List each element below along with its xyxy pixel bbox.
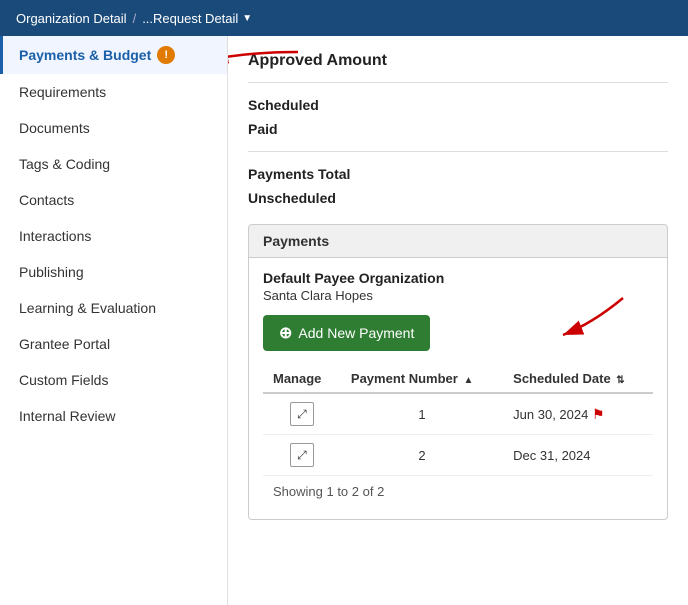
sidebar: Payments & Budget ! Requirements Documen…: [0, 36, 228, 605]
col-manage: Manage: [263, 365, 341, 393]
add-button-label: Add New Payment: [298, 325, 414, 341]
sort-asc-icon: ▲: [463, 375, 473, 386]
sidebar-item-label: Custom Fields: [19, 372, 108, 388]
showing-text: Showing 1 to 2 of 2: [263, 476, 653, 507]
payments-total-label: Payments Total: [248, 166, 368, 182]
col-scheduled-date[interactable]: Scheduled Date ⇅: [503, 365, 653, 393]
sidebar-item-custom-fields[interactable]: Custom Fields: [0, 362, 227, 398]
sidebar-item-contacts[interactable]: Contacts: [0, 182, 227, 218]
table-row: ⤢ 1 Jun 30, 2024 ⚑: [263, 393, 653, 435]
approved-amount-title: Approved Amount: [248, 52, 668, 70]
sidebar-item-label: Contacts: [19, 192, 74, 208]
payment-number-cell: 2: [341, 435, 503, 476]
main-layout: Payments & Budget ! Requirements Documen…: [0, 36, 688, 605]
sort-both-icon: ⇅: [616, 375, 624, 386]
breadcrumb-separator: /: [133, 11, 137, 26]
sidebar-item-label: Interactions: [19, 228, 91, 244]
sidebar-item-label: Payments & Budget: [19, 47, 151, 63]
payee-org-name: Santa Clara Hopes: [263, 288, 653, 303]
manage-cell: ⤢: [263, 393, 341, 435]
breadcrumb: Organization Detail / ...Request Detail …: [16, 11, 252, 26]
main-content: Approved Amount Scheduled Paid Payments …: [228, 36, 688, 605]
sidebar-item-learning-evaluation[interactable]: Learning & Evaluation: [0, 290, 227, 326]
scheduled-label: Scheduled: [248, 97, 368, 113]
expand-icon[interactable]: ⤢: [290, 443, 314, 467]
sidebar-item-documents[interactable]: Documents: [0, 110, 227, 146]
default-payee-label: Default Payee Organization: [263, 270, 653, 286]
payments-total-row: Payments Total: [248, 162, 668, 186]
scheduled-date-cell: Jun 30, 2024 ⚑: [503, 393, 653, 435]
sidebar-item-interactions[interactable]: Interactions: [0, 218, 227, 254]
sidebar-item-grantee-portal[interactable]: Grantee Portal: [0, 326, 227, 362]
button-row: ⊕ Add New Payment: [263, 303, 653, 365]
payments-box-body: Default Payee Organization Santa Clara H…: [249, 258, 667, 519]
expand-icon[interactable]: ⤢: [290, 402, 314, 426]
flag-icon: ⚑: [592, 406, 605, 422]
chevron-down-icon: ▼: [242, 13, 252, 24]
sidebar-item-payments-budget[interactable]: Payments & Budget !: [0, 36, 227, 74]
sidebar-item-publishing[interactable]: Publishing: [0, 254, 227, 290]
sidebar-item-requirements[interactable]: Requirements: [0, 74, 227, 110]
unscheduled-label: Unscheduled: [248, 190, 368, 206]
breadcrumb-request-detail[interactable]: ...Request Detail ▼: [142, 11, 252, 26]
col-payment-number[interactable]: Payment Number ▲: [341, 365, 503, 393]
sidebar-item-label: Learning & Evaluation: [19, 300, 156, 316]
plus-icon: ⊕: [279, 323, 292, 343]
app-header: Organization Detail / ...Request Detail …: [0, 0, 688, 36]
scheduled-row: Scheduled: [248, 93, 668, 117]
alert-badge: !: [157, 46, 175, 64]
divider-2: [248, 151, 668, 152]
payment-number-cell: 1: [341, 393, 503, 435]
sidebar-item-internal-review[interactable]: Internal Review: [0, 398, 227, 434]
sidebar-item-label: Documents: [19, 120, 90, 136]
sidebar-item-label: Requirements: [19, 84, 106, 100]
table-row: ⤢ 2 Dec 31, 2024: [263, 435, 653, 476]
payments-box-header: Payments: [249, 225, 667, 258]
scheduled-date-cell: Dec 31, 2024: [503, 435, 653, 476]
paid-row: Paid: [248, 117, 668, 141]
sidebar-item-label: Grantee Portal: [19, 336, 110, 352]
unscheduled-row: Unscheduled: [248, 186, 668, 210]
payments-box: Payments Default Payee Organization Sant…: [248, 224, 668, 520]
payments-table: Manage Payment Number ▲ Scheduled Date ⇅…: [263, 365, 653, 476]
sidebar-item-tags-coding[interactable]: Tags & Coding: [0, 146, 227, 182]
sidebar-item-label: Publishing: [19, 264, 84, 280]
table-header-row: Manage Payment Number ▲ Scheduled Date ⇅: [263, 365, 653, 393]
paid-label: Paid: [248, 121, 368, 137]
add-new-payment-button[interactable]: ⊕ Add New Payment: [263, 315, 430, 351]
breadcrumb-org-detail: Organization Detail: [16, 11, 127, 26]
manage-cell: ⤢: [263, 435, 341, 476]
divider-1: [248, 82, 668, 83]
sidebar-item-label: Tags & Coding: [19, 156, 110, 172]
sidebar-item-label: Internal Review: [19, 408, 116, 424]
